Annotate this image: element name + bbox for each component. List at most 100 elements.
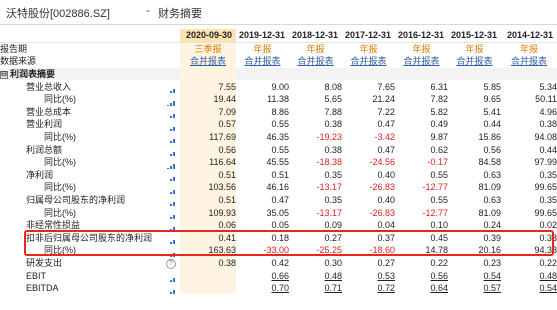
value-cell: 0.05 [271,220,289,231]
value-cell: -12.77 [422,207,448,218]
row-label: 营业总收入 [0,80,162,93]
row-label: 报告期 [0,42,162,55]
value-cell: 0.27 [324,232,342,243]
value-cell: 46.16 [266,182,289,193]
value-cell: 0.54 [483,270,501,281]
table-row: 同比(%) 103.56 46.16 -13.17 -26.83 -12.77 81.09 9… [0,181,557,194]
row-label-text: 同比(%) [44,245,76,256]
value-cell: 6.31 [430,81,448,92]
bar-chart-icon[interactable] [167,122,175,131]
row-label: 归属母公司股东的净利润 [0,194,162,207]
bar-chart-icon[interactable] [167,185,175,194]
value-cell: 0.35 [539,195,557,206]
bar-chart-icon[interactable] [167,197,175,207]
bar-chart-icon[interactable] [167,285,175,295]
collapse-icon[interactable]: ⊟ [0,70,8,79]
value-cell: 0.55 [430,195,448,206]
bar-chart-icon[interactable] [167,273,175,282]
value-cell: -0.17 [427,157,448,168]
bar-chart-icon[interactable] [167,96,175,106]
row-label: 同比(%) [0,244,162,257]
source-link[interactable]: 合并报表 [289,55,342,68]
value-cell: 0.10 [430,220,448,231]
value-cell: 0.38 [324,144,342,155]
row-label: 同比(%) [0,131,162,144]
bar-chart-icon[interactable] [167,235,175,245]
stock-name[interactable]: 沃特股份[002886.SZ] [6,5,110,21]
bar-chart-icon[interactable] [167,159,175,169]
row-icon-cell [162,80,180,93]
source-link[interactable]: 合并报表 [448,55,501,68]
value-cell: -12.77 [422,182,448,193]
bar-chart-icon[interactable] [167,222,175,232]
row-label: EBIT [0,269,162,282]
row-icon-cell [162,106,180,119]
period-header[interactable]: 2014-12-31 [501,29,557,43]
value-cell: 年报 [359,43,378,54]
source-link[interactable]: 合并报表 [501,55,557,68]
period-header[interactable]: 2017-12-31 [342,29,395,43]
source-link[interactable]: 合并报表 [395,55,448,68]
value-cell: 0.41 [180,231,236,245]
bar-chart-icon[interactable] [167,84,175,93]
value-cell: 5.65 [324,94,342,105]
table-row: 同比(%) 163.63 -33.00 -25.25 -18.60 14.78 20.16 9… [0,244,557,257]
value-cell: 0.57 [180,118,236,131]
row-icon-cell [162,269,180,282]
period-header-row: 2020-09-30 2019-12-31 2018-12-31 2017-12… [0,29,557,43]
value-cell: 5.41 [483,106,501,117]
value-cell: 0.40 [377,195,395,206]
value-cell: 5.82 [430,106,448,117]
value-cell: 0.22 [430,257,448,268]
value-cell: 5.34 [539,81,557,92]
table-row: 营业总成本 7.09 8.86 7.88 7.22 5.82 5.41 4.96 [0,105,557,119]
bar-chart-icon[interactable] [167,172,175,182]
value-cell: 0.48 [324,270,342,281]
period-header[interactable]: 2019-12-31 [236,29,289,43]
bar-chart-icon[interactable] [167,210,175,219]
value-cell: 三季报 [180,42,236,56]
section-row: ⊟ 利润表摘要 [0,67,557,81]
table-row: 研发支出? 0.38 0.42 0.30 0.27 0.22 0.23 0.22 [0,256,557,270]
table-row: 同比(%) 109.93 35.05 -13.17 -26.83 -12.77 81.09 9… [0,206,557,219]
period-header[interactable]: 2020-09-30 [180,29,236,43]
row-icon-cell [162,181,180,194]
source-link[interactable]: 合并报表 [342,55,395,68]
value-cell: 0.54 [539,283,557,294]
value-cell: 0.40 [377,169,395,180]
row-label: 利润总额 [0,143,162,156]
value-cell: -33.00 [263,245,289,256]
value-cell: 0.39 [483,232,501,243]
row-label: 数据来源 [0,55,162,68]
help-icon[interactable]: ? [166,258,176,269]
source-link[interactable]: 合并报表 [180,55,236,68]
value-cell: -25.25 [316,245,342,256]
value-cell: 0.53 [377,270,395,281]
row-label-text: 同比(%) [44,182,76,193]
value-cell: -24.56 [369,157,395,168]
value-cell: 9.00 [271,81,289,92]
row-label-text: 同比(%) [44,207,76,218]
period-header[interactable]: 2016-12-31 [395,29,448,43]
value-cell: 年报 [306,43,325,54]
period-header[interactable]: 2015-12-31 [448,29,501,43]
row-label-text: 非经常性损益 [26,220,81,231]
bar-chart-icon[interactable] [167,147,175,156]
value-cell: 11.38 [267,94,289,105]
bar-chart-icon[interactable] [167,134,175,144]
value-cell: 21.24 [372,94,395,105]
row-label-text: EBIT [26,270,47,281]
row-label-text: 利润总额 [26,144,63,155]
bar-chart-icon[interactable] [167,248,175,257]
value-cell: 7.65 [377,81,395,92]
value-cell: 94.33 [534,245,557,256]
value-cell: 0.63 [483,169,501,180]
period-header[interactable]: 2018-12-31 [289,29,342,43]
value-cell: 0.63 [483,195,501,206]
value-cell: 7.82 [430,94,448,105]
source-link[interactable]: 合并报表 [236,55,289,68]
row-icon-cell [162,282,180,295]
value-cell: 7.22 [377,106,395,117]
bar-chart-icon[interactable] [167,109,175,119]
value-cell: 109.93 [180,206,236,219]
